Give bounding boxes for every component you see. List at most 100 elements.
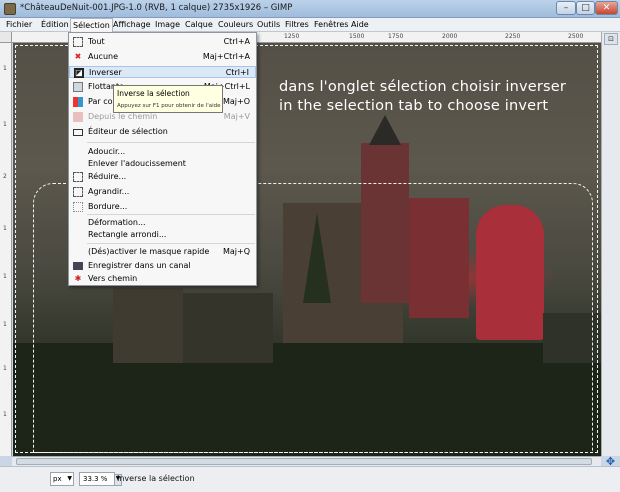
ruler-tick-label: 1 [3, 121, 7, 128]
ruler-tick-label: 1 [3, 365, 7, 372]
menu-edition[interactable]: Édition [41, 20, 69, 29]
menu-item-label: Bordure... [88, 202, 128, 211]
minimize-button[interactable]: – [556, 1, 576, 15]
menu-item-tout[interactable]: Tout Ctrl+A [69, 36, 256, 48]
ruler-tick-label: 1 [3, 65, 7, 72]
maximize-button[interactable]: □ [576, 1, 595, 15]
menu-item-shortcut: Maj+Q [222, 247, 250, 256]
menu-item-vers-chemin[interactable]: ✱ Vers chemin [69, 273, 256, 285]
menu-item-rectangle-arrondi[interactable]: Rectangle arrondi... [69, 229, 256, 241]
menu-item-label: Depuis le chemin [88, 112, 158, 121]
ruler-tick-label: 1250 [284, 33, 300, 40]
menu-item-label: Éditeur de sélection [88, 127, 168, 136]
units-value: px [53, 475, 62, 483]
menu-item-aucune[interactable]: ✖ Aucune Maj+Ctrl+A [69, 51, 256, 63]
menu-item-enlever-adoucissement[interactable]: Enlever l'adoucissement [69, 158, 256, 170]
from-path-icon [73, 112, 83, 122]
menu-item-label: Rectangle arrondi... [88, 230, 167, 239]
ruler-tick-label: 2250 [505, 33, 521, 40]
menu-item-masque-rapide[interactable]: (Dés)activer le masque rapide Maj+Q [69, 246, 256, 258]
menu-bar: Fichier Édition Sélection Affichage Imag… [0, 18, 620, 32]
ruler-tick-label: 1750 [388, 33, 404, 40]
gimp-app-icon[interactable] [4, 3, 16, 15]
menu-item-label: Vers chemin [88, 274, 138, 283]
menu-item-label: Enregistrer dans un canal [88, 261, 191, 270]
zoom-value: 33.3 % [83, 475, 108, 483]
ruler-corner-button[interactable] [0, 32, 12, 43]
menu-item-label: Tout [88, 37, 105, 46]
menu-separator [87, 214, 255, 215]
border-icon [73, 202, 83, 212]
menu-affichage[interactable]: Affichage [113, 20, 151, 29]
tooltip-title: Inverse la sélection [117, 89, 190, 98]
tooltip: Inverse la sélection Appuyez sur F1 pour… [113, 85, 223, 113]
ruler-tick-label: 1 [3, 273, 7, 280]
status-bar: px ▼ 33.3 % ▼ Inverse la sélection [0, 466, 620, 492]
menu-outils[interactable]: Outils [257, 20, 280, 29]
grow-icon [73, 187, 83, 197]
menu-item-label: Enlever l'adoucissement [88, 159, 186, 168]
status-message: Inverse la sélection [117, 474, 195, 483]
ruler-tick-label: 1 [3, 225, 7, 232]
ruler-tick-label: 2000 [442, 33, 458, 40]
menu-item-deformation[interactable]: Déformation... [69, 217, 256, 229]
menu-image[interactable]: Image [155, 20, 180, 29]
menu-separator [87, 142, 255, 143]
annotation-line-english: in the selection tab to choose invert [279, 98, 549, 114]
tooltip-hint: Appuyez sur F1 pour obtenir de l'aide [117, 103, 221, 109]
menu-item-label: Déformation... [88, 218, 146, 227]
menu-item-shortcut: Maj+Ctrl+A [202, 52, 250, 61]
select-all-icon [73, 37, 83, 47]
menu-item-label: Adoucir... [88, 147, 126, 156]
menu-item-shortcut: Ctrl+I [225, 68, 249, 77]
menu-item-label: Agrandir... [88, 187, 130, 196]
vertical-ruler: 1 1 2 1 1 1 1 1 [0, 43, 12, 456]
menu-separator [87, 243, 255, 244]
invert-selection-icon: ◪ [74, 68, 84, 78]
menu-item-adoucir[interactable]: Adoucir... [69, 146, 256, 158]
vertical-scrollbar[interactable]: ⊡ [601, 32, 620, 456]
zoom-select[interactable]: 33.3 % ▼ [79, 472, 122, 486]
menu-item-label: Inverser [89, 68, 122, 77]
menu-couleurs[interactable]: Couleurs [218, 20, 253, 29]
zoom-toggle-icon[interactable]: ⊡ [604, 33, 618, 45]
menu-item-shortcut: Maj+O [222, 97, 250, 106]
menu-selection[interactable]: Sélection [70, 18, 113, 32]
close-button[interactable]: ✕ [595, 1, 618, 15]
menu-filtres[interactable]: Filtres [285, 20, 309, 29]
menu-item-agrandir[interactable]: Agrandir... [69, 186, 256, 198]
menu-item-shortcut: Maj+V [223, 112, 250, 121]
ruler-tick-label: 2500 [568, 33, 584, 40]
ruler-tick-label: 1 [3, 321, 7, 328]
horizontal-scrollbar[interactable] [12, 456, 601, 466]
menu-item-editeur-de-selection[interactable]: Éditeur de sélection [69, 126, 256, 138]
menu-calque[interactable]: Calque [185, 20, 213, 29]
select-none-icon: ✖ [74, 52, 82, 61]
menu-item-enregistrer-canal[interactable]: Enregistrer dans un canal [69, 260, 256, 272]
save-channel-icon [73, 262, 83, 270]
units-select[interactable]: px ▼ [50, 472, 74, 486]
menu-item-label: Aucune [88, 52, 119, 61]
selection-menu: Tout Ctrl+A ✖ Aucune Maj+Ctrl+A ◪ Invers… [68, 32, 257, 286]
menu-item-label: Réduire... [88, 172, 127, 181]
horizontal-scroll-thumb[interactable] [16, 458, 592, 465]
menu-fichier[interactable]: Fichier [6, 20, 32, 29]
ruler-tick-label: 2 [3, 173, 7, 180]
ruler-tick-label: 1 [3, 411, 7, 418]
float-icon [73, 82, 83, 92]
annotation-line-french: dans l'onglet sélection choisir inverser [279, 79, 567, 95]
menu-item-bordure[interactable]: Bordure... [69, 201, 256, 213]
menu-item-shortcut: Ctrl+A [223, 37, 250, 46]
title-bar: *ChâteauDeNuit-001.JPG-1.0 (RVB, 1 calqu… [0, 0, 620, 18]
to-path-icon: ✱ [74, 274, 82, 283]
selection-editor-icon [73, 129, 83, 136]
by-color-icon [73, 97, 83, 107]
menu-item-reduire[interactable]: Réduire... [69, 171, 256, 183]
window-title: *ChâteauDeNuit-001.JPG-1.0 (RVB, 1 calqu… [20, 3, 293, 13]
menu-fenetres[interactable]: Fenêtres [314, 20, 348, 29]
menu-item-inverser[interactable]: ◪ Inverser Ctrl+I [69, 66, 256, 78]
chevron-down-icon: ▼ [67, 475, 72, 482]
menu-item-label: (Dés)activer le masque rapide [88, 247, 210, 256]
menu-aide[interactable]: Aide [351, 20, 369, 29]
ruler-tick-label: 1500 [349, 33, 365, 40]
